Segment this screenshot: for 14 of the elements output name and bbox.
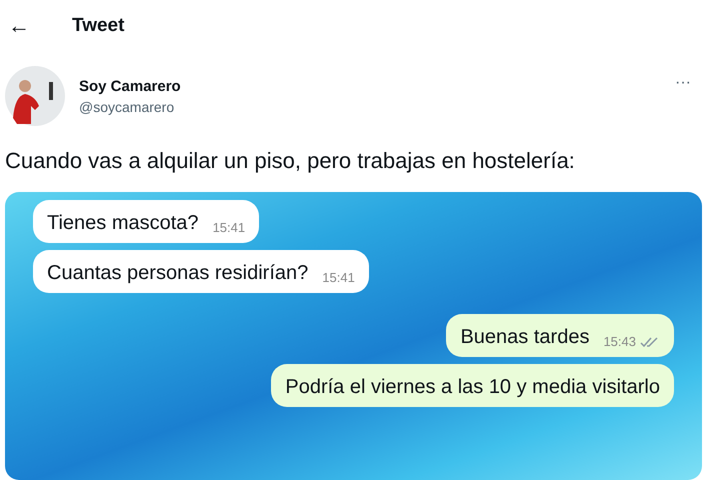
author-name[interactable]: Soy Camarero: [79, 78, 662, 94]
message-time: 15:41: [212, 220, 246, 235]
back-button[interactable]: ←: [8, 13, 32, 39]
message-time: 15:43: [603, 334, 660, 349]
sent-message: Podría el viernes a las 10 y media visitarlo: [271, 364, 674, 407]
more-button[interactable]: ···: [675, 74, 691, 92]
tweet-text: Cuando vas a alquilar un piso, pero trabajas en hostelería:: [5, 147, 576, 175]
received-message: Cuantas personas residirían? 15:41: [33, 250, 369, 293]
message-time: 15:41: [322, 270, 355, 285]
author-handle[interactable]: @soycamarero: [79, 98, 662, 114]
avatar-icon[interactable]: [5, 66, 65, 126]
received-message: Tienes mascota? 15:41: [33, 200, 260, 243]
page-title: Tweet: [72, 15, 124, 37]
sent-message: Buenas tardes 15:43: [446, 314, 674, 357]
